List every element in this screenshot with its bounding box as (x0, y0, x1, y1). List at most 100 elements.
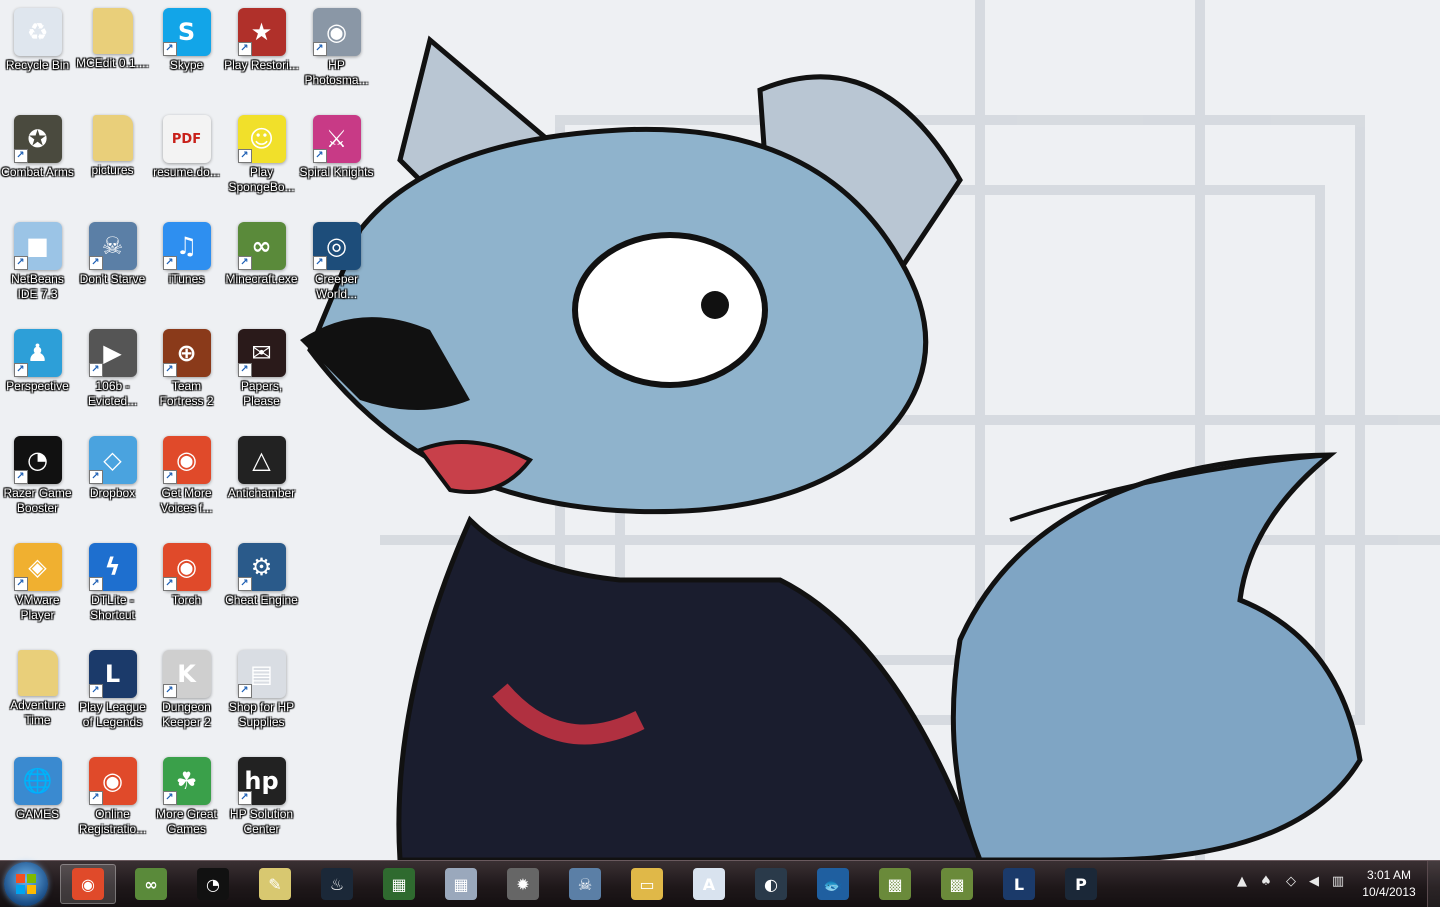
cheat-engine-icon: ⚙ ↗ (237, 543, 286, 591)
taskbar-button[interactable]: A (681, 864, 737, 904)
show-hidden-icons-icon[interactable]: ▲ (1234, 874, 1250, 890)
desktop-icon[interactable]: ✉ ↗ Papers, Please (224, 323, 299, 430)
desktop-icon[interactable]: hp ↗ HP Solution Center (224, 751, 299, 858)
desktop-icon[interactable]: ◉ ↗ Get More Voices f... (149, 430, 224, 537)
shortcut-arrow-icon: ↗ (162, 42, 177, 56)
shortcut-arrow-icon: ↗ (237, 791, 252, 805)
shortcut-arrow-icon: ↗ (88, 256, 103, 270)
taskbar-button[interactable]: ▦ (433, 864, 489, 904)
shortcut-arrow-icon: ↗ (162, 577, 177, 591)
desktop-icon[interactable]: ϟ ↗ DTLite - Shortcut (75, 537, 150, 644)
shortcut-arrow-icon: ↗ (88, 470, 103, 484)
desktop-icon-label: Papers, Please (240, 379, 283, 408)
desktop-icon-label: More Great Games (156, 807, 217, 836)
desktop-icon[interactable]: ✪ ↗ Combat Arms (0, 109, 75, 216)
steam-alt-icon: ◐ (755, 868, 787, 900)
desktop-icon-label: Creeper World... (314, 272, 359, 301)
taskbar-button[interactable]: ✎ (247, 864, 303, 904)
taskbar-button[interactable]: P (1053, 864, 1109, 904)
mushroom-icon[interactable]: ♠ (1258, 874, 1274, 890)
shortcut-arrow-icon: ↗ (162, 791, 177, 805)
pdf-icon: PDF (162, 115, 211, 163)
spiral-knights-icon: ⚔ ↗ (312, 115, 361, 163)
desktop-icon[interactable]: ♻ Recycle Bin (0, 2, 75, 109)
desktop-icon[interactable]: ★ ↗ Play Restori... (224, 2, 299, 109)
shortcut-arrow-icon: ↗ (237, 684, 252, 698)
desktop-icon[interactable]: △ Antichamber (224, 430, 299, 537)
desktop-icon[interactable]: ◉ ↗ Online Registratio... (75, 751, 150, 858)
desktop-icon[interactable]: ☺ ↗ Play SpongeBo... (224, 109, 299, 216)
desktop-icon-label: Play League of Legends (79, 700, 146, 729)
clock[interactable]: 3:01 AM 10/4/2013 (1355, 867, 1423, 901)
desktop-icon-label: iTunes (168, 272, 205, 286)
desktop-icon[interactable]: MCEdit 0.1.... (75, 2, 150, 109)
taskbar-button[interactable]: ▭ (619, 864, 675, 904)
game-icon: ★ ↗ (237, 8, 286, 56)
desktop-icon[interactable]: ☠ ↗ Don't Starve (75, 216, 150, 323)
desktop-icon[interactable]: ◔ ↗ Razer Game Booster (0, 430, 75, 537)
desktop-icon[interactable]: ◉ ↗ Torch (149, 537, 224, 644)
taskbar-button[interactable]: ◐ (743, 864, 799, 904)
desktop-icon-label: Team Fortress 2 (159, 379, 214, 408)
desktop-icon-label: DTLite - Shortcut (90, 593, 135, 622)
desktop-icon[interactable]: ∞ ↗ Minecraft.exe (224, 216, 299, 323)
dropbox-tray-icon[interactable]: ◇ (1283, 874, 1299, 890)
razer-icon: ◔ ↗ (13, 436, 62, 484)
desktop-icon-label: Dungeon Keeper 2 (162, 700, 211, 729)
desktop-icon[interactable]: ☘ ↗ More Great Games (149, 751, 224, 858)
desktop-icon[interactable]: Adventure Time (0, 644, 75, 751)
clock-time: 3:01 AM (1366, 868, 1412, 882)
taskbar-button[interactable]: ✹ (495, 864, 551, 904)
shortcut-arrow-icon: ↗ (312, 256, 327, 270)
desktop-icon[interactable]: ♟ ↗ Perspective (0, 323, 75, 430)
windows-start-orb-icon[interactable] (4, 862, 48, 906)
taskbar-button[interactable]: 🐟 (805, 864, 861, 904)
shortcut-arrow-icon: ↗ (88, 577, 103, 591)
shortcut-arrow-icon: ↗ (237, 149, 252, 163)
desktop[interactable]: ♻ Recycle Bin MCEdit 0.1.... S ↗ Skype ★ ↗ Play … (0, 0, 1440, 860)
desktop-icon[interactable]: ▶ ↗ 106b - Evicted... (75, 323, 150, 430)
hp-icon: hp ↗ (237, 757, 286, 805)
desktop-icon-label: Skype (169, 58, 204, 72)
taskbar-button[interactable]: ∞ (123, 864, 179, 904)
desktop-icon[interactable]: ◎ ↗ Creeper World... (299, 216, 374, 323)
taskbar-button[interactable]: ☠ (557, 864, 613, 904)
taskbar-button[interactable]: ♨ (309, 864, 365, 904)
taskbar-button[interactable]: ◉ (60, 864, 116, 904)
desktop-icon[interactable]: K ↗ Dungeon Keeper 2 (149, 644, 224, 751)
chrome-icon: ◉ ↗ (88, 757, 137, 805)
shortcut-arrow-icon: ↗ (13, 577, 28, 591)
taskbar-button[interactable]: L (991, 864, 1047, 904)
dropbox-icon: ◇ ↗ (88, 436, 137, 484)
network-icon[interactable]: ▥ (1330, 874, 1346, 890)
taskbar-button[interactable]: ▦ (371, 864, 427, 904)
desktop-icon[interactable]: PDF resume.do... (149, 109, 224, 216)
antichamber-icon: △ (237, 436, 286, 484)
desktop-icon[interactable]: ◉ ↗ HP Photosma... (299, 2, 374, 109)
desktop-icon[interactable]: ⊕ ↗ Team Fortress 2 (149, 323, 224, 430)
desktop-icon[interactable]: ▤ ↗ Shop for HP Supplies (224, 644, 299, 751)
chrome-icon: ◉ (72, 868, 104, 900)
desktop-icon[interactable]: ⚔ ↗ Spiral Knights (299, 109, 374, 216)
desktop-icon[interactable]: ⚙ ↗ Cheat Engine (224, 537, 299, 644)
spongebob-icon: ☺ ↗ (237, 115, 286, 163)
taskbar-button[interactable]: ▩ (867, 864, 923, 904)
taskbar-button[interactable]: ▩ (929, 864, 985, 904)
desktop-icon-label: Minecraft.exe (225, 272, 298, 286)
desktop-icon-label: Spiral Knights (299, 165, 374, 179)
volume-icon[interactable]: ◀ (1306, 874, 1322, 890)
desktop-icon[interactable]: ♫ ↗ iTunes (149, 216, 224, 323)
shortcut-arrow-icon: ↗ (88, 363, 103, 377)
shortcut-arrow-icon: ↗ (88, 791, 103, 805)
desktop-icon[interactable]: ◈ ↗ VMware Player (0, 537, 75, 644)
desktop-icon[interactable]: ◇ ↗ Dropbox (75, 430, 150, 537)
desktop-icon[interactable]: S ↗ Skype (149, 2, 224, 109)
desktop-icon[interactable]: L ↗ Play League of Legends (75, 644, 150, 751)
league-icon: L (1003, 868, 1035, 900)
show-desktop-button[interactable] (1427, 861, 1440, 907)
desktop-icon[interactable]: pictures (75, 109, 150, 216)
camera-icon: ◉ ↗ (312, 8, 361, 56)
desktop-icon[interactable]: 🌐 GAMES (0, 751, 75, 858)
taskbar-button[interactable]: ◔ (185, 864, 241, 904)
desktop-icon[interactable]: ■ ↗ NetBeans IDE 7.3 (0, 216, 75, 323)
